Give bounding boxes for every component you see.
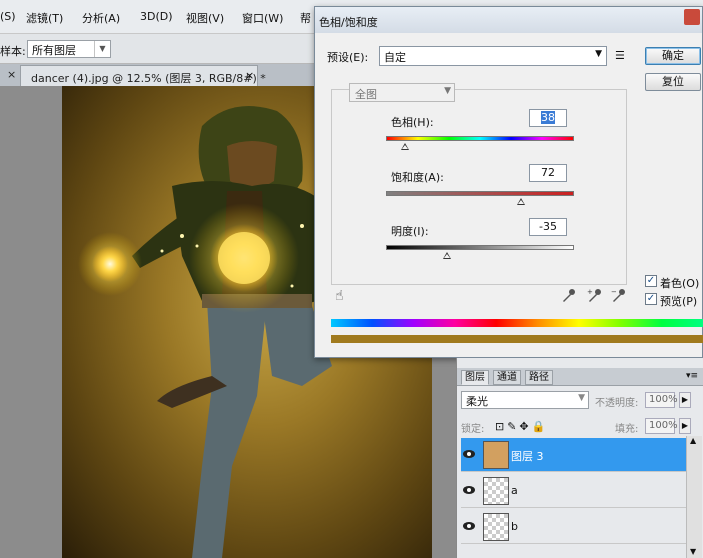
sample-select-value: 所有图层 [32, 44, 76, 57]
reset-button[interactable]: 复位 [645, 73, 701, 91]
hue-label: 色相(H): [391, 116, 434, 129]
input-spectrum-bar [331, 319, 703, 327]
lock-icons[interactable]: ⊡✎✥🔒 [495, 420, 548, 433]
layer-thumbnail [483, 513, 509, 541]
fill-input[interactable]: 100% [645, 418, 678, 434]
saturation-input[interactable]: 72 [529, 164, 567, 182]
lightness-slider-thumb[interactable] [443, 252, 452, 259]
menu-view[interactable]: 视图(V) [186, 10, 224, 26]
menu-select[interactable]: (S) [0, 10, 16, 23]
hue-slider-thumb[interactable] [400, 143, 409, 150]
lock-label: 锁定: [461, 424, 485, 435]
svg-text:+: + [587, 288, 593, 296]
preview-checkbox[interactable]: ✓ [645, 293, 657, 305]
dialog-titlebar[interactable]: 色相/饱和度 [315, 7, 702, 33]
lightness-label: 明度(I): [391, 225, 429, 238]
sample-select[interactable]: 所有图层 ▼ [27, 40, 111, 58]
eye-icon[interactable] [463, 522, 475, 530]
dialog-title: 色相/饱和度 [319, 16, 378, 29]
layer-row[interactable]: a [461, 474, 686, 508]
lightness-input[interactable]: -35 [529, 218, 567, 236]
fill-value: 100% [649, 420, 678, 431]
layers-scrollbar[interactable]: ▲ ▼ [686, 436, 702, 558]
channel-select[interactable]: 全图 ▼ [349, 83, 455, 102]
blend-mode-value: 柔光 [466, 395, 488, 408]
close-icon[interactable]: × [245, 69, 254, 82]
layers-panel-tabs: 图层 通道 路径 ▾≡ [457, 368, 703, 386]
lightness-slider-track[interactable] [386, 245, 574, 250]
menu-analysis[interactable]: 分析(A) [82, 10, 120, 26]
chevron-down-icon: ▼ [444, 86, 451, 96]
hue-value: 38 [541, 111, 555, 124]
sample-label: 样本: [0, 45, 26, 58]
eyedropper-plus-icon[interactable]: + [587, 288, 603, 302]
menu-window[interactable]: 窗口(W) [242, 10, 283, 26]
options-bar: 样本: 所有图层 ▼ [0, 34, 320, 64]
saturation-label: 饱和度(A): [391, 171, 444, 184]
layer-name: a [511, 484, 518, 497]
layer-name: b [511, 520, 518, 533]
hue-slider-track[interactable] [386, 136, 574, 141]
menu-3d[interactable]: 3D(D) [140, 10, 173, 23]
close-icon[interactable]: × [7, 68, 16, 81]
hue-input[interactable]: 38 [529, 109, 567, 127]
blend-mode-select[interactable]: 柔光 ▼ [461, 391, 589, 409]
layer-thumbnail [483, 477, 509, 505]
fill-arrow-icon[interactable]: ▶ [679, 418, 691, 434]
saturation-slider-thumb[interactable] [517, 198, 526, 205]
tab-layers[interactable]: 图层 [461, 370, 489, 385]
close-icon[interactable] [684, 9, 700, 25]
tab-channels[interactable]: 通道 [493, 370, 521, 385]
layers-panel: 图层 通道 路径 ▾≡ 柔光 ▼ 不透明度: 100% ▶ 锁定: ⊡✎✥🔒 填… [456, 358, 703, 558]
panel-menu-icon[interactable]: ▾≡ [686, 371, 698, 381]
eyedropper-minus-icon[interactable]: − [611, 288, 627, 302]
fill-label: 填充: [615, 424, 639, 435]
document-tab-label: dancer (4).jpg @ 12.5% (图层 3, RGB/8#) * [31, 72, 266, 85]
layer-row[interactable]: b [461, 510, 686, 544]
opacity-label: 不透明度: [595, 398, 639, 409]
saturation-slider-track[interactable] [386, 191, 574, 196]
eye-icon[interactable] [463, 486, 475, 494]
layer-thumbnail [483, 441, 509, 469]
chevron-down-icon: ▼ [578, 393, 585, 403]
colorize-label: 着色(O) [660, 277, 700, 290]
chevron-down-icon: ▼ [94, 41, 110, 57]
scroll-down-icon[interactable]: ▼ [690, 547, 696, 556]
menu-filter[interactable]: 滤镜(T) [26, 10, 63, 26]
opacity-value: 100% [649, 394, 678, 405]
preset-label: 预设(E): [327, 51, 369, 64]
document-tab-bar: × dancer (4).jpg @ 12.5% (图层 3, RGB/8#) … [0, 64, 320, 86]
eyedropper-icon[interactable] [561, 288, 577, 302]
preset-value: 自定 [384, 51, 406, 64]
scroll-up-icon[interactable]: ▲ [690, 436, 696, 445]
preset-select[interactable]: 自定 ▼ [379, 46, 607, 66]
layer-row[interactable]: 图层 3 [461, 438, 686, 472]
svg-text:−: − [611, 288, 617, 296]
channel-value: 全图 [355, 88, 377, 101]
lightness-value: -35 [539, 220, 557, 233]
tab-paths[interactable]: 路径 [525, 370, 553, 385]
layer-name: 图层 3 [511, 450, 544, 463]
chevron-down-icon: ▼ [595, 49, 602, 59]
preset-menu-icon[interactable]: ☰ [615, 49, 625, 62]
saturation-value: 72 [541, 166, 555, 179]
hue-saturation-dialog: 色相/饱和度 预设(E): 自定 ▼ ☰ 确定 复位 全图 ▼ 色相(H): 3… [314, 6, 703, 358]
document-tab[interactable]: dancer (4).jpg @ 12.5% (图层 3, RGB/8#) * … [20, 65, 266, 86]
opacity-arrow-icon[interactable]: ▶ [679, 392, 691, 408]
colorize-checkbox[interactable]: ✓ [645, 275, 657, 287]
eye-icon[interactable] [463, 450, 475, 458]
menu-help[interactable]: 帮 [300, 10, 311, 26]
hand-tool-icon[interactable]: ☝ [335, 288, 344, 304]
opacity-input[interactable]: 100% [645, 392, 678, 408]
ok-button[interactable]: 确定 [645, 47, 701, 65]
adjustment-group [331, 89, 627, 285]
preview-label: 预览(P) [660, 295, 698, 308]
output-color-bar [331, 335, 703, 343]
